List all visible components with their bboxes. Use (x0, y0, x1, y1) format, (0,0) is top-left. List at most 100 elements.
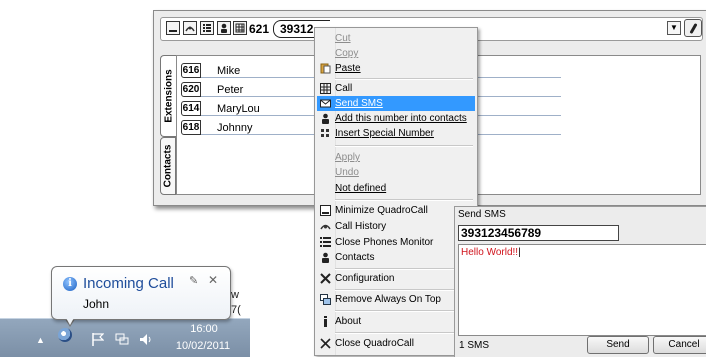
minimize-icon[interactable] (166, 21, 180, 35)
text-cursor: | (518, 247, 521, 258)
minimize-icon (320, 205, 331, 216)
dropdown-arrow-icon[interactable]: ▼ (667, 21, 681, 35)
menu-item-configuration[interactable]: Configuration (317, 271, 475, 286)
menu-item-close-phones-monitor[interactable]: Close Phones Monitor (317, 235, 475, 250)
menu-item-contacts[interactable]: Contacts (317, 250, 475, 265)
current-extension: 621 (249, 22, 270, 36)
sms-window-title: Send SMS (458, 209, 506, 220)
menu-item-not-defined[interactable]: Not defined (317, 181, 475, 196)
menu-item-remove-always-on-top[interactable]: Remove Always On Top (317, 292, 475, 307)
tab-extensions-label: Extensions (163, 69, 174, 123)
menu-item-call[interactable]: Call (317, 81, 475, 96)
show-hidden-icons-arrow-icon[interactable]: ▲ (36, 335, 45, 345)
extension-number: 614 (181, 101, 201, 116)
tab-extensions[interactable]: Extensions (160, 55, 176, 137)
sms-count: 1 SMS (459, 340, 490, 351)
menu-item-call-history[interactable]: Call History (317, 219, 475, 234)
menu-item-label: Undo (335, 167, 359, 178)
menu-item-label: Configuration (335, 273, 395, 284)
clock-date[interactable]: 10/02/2011 (172, 340, 234, 352)
menu-item-label: Copy (335, 48, 359, 59)
menu-item-paste[interactable]: Paste (317, 61, 475, 76)
close-icon (320, 338, 331, 349)
taskbar: ▲ 16:00 10/02/2011 (0, 318, 250, 357)
paste-icon (320, 63, 331, 74)
extension-number: 620 (181, 82, 201, 97)
menu-item-label: Apply (335, 152, 361, 163)
menu-item-close-quadrocall[interactable]: Close QuadroCall (317, 336, 475, 351)
contact-person-icon (322, 113, 329, 124)
background-window-text: 7( (231, 304, 241, 316)
extension-name: Peter (217, 84, 244, 96)
phones-monitor-icon[interactable] (200, 21, 214, 35)
extension-number: 616 (181, 63, 201, 78)
menu-item-copy[interactable]: Copy (317, 46, 475, 61)
menu-item-insert-special-number[interactable]: Insert Special Number (317, 126, 475, 141)
extension-name: Mike (217, 65, 241, 77)
menu-separator (335, 332, 473, 334)
side-tabs: Extensions Contacts (160, 55, 176, 195)
menu-item-label: Call History (335, 221, 387, 232)
cancel-button[interactable]: Cancel (653, 336, 706, 354)
network-icon[interactable] (115, 333, 129, 346)
menu-item-label: Insert Special Number (335, 128, 434, 139)
menu-separator (335, 289, 473, 291)
menu-item-cut[interactable]: Cut (317, 31, 475, 46)
volume-icon[interactable] (139, 333, 153, 346)
menu-separator (335, 310, 473, 312)
menu-separator (335, 78, 473, 80)
menu-item-label: Close Phones Monitor (335, 237, 434, 248)
notification-title: Incoming Call (83, 275, 174, 292)
extension-number: 618 (181, 120, 201, 135)
menu-separator (335, 268, 473, 270)
extension-name: MaryLou (217, 103, 260, 115)
keypad-icon (320, 83, 331, 94)
menu-item-label: Not defined (335, 183, 387, 194)
sms-message-textarea[interactable]: Hello World!!| (458, 244, 706, 336)
contacts-icon[interactable] (217, 21, 231, 35)
tab-contacts-label: Contacts (162, 144, 174, 188)
tools-icon (320, 273, 331, 284)
contacts-icon (322, 252, 329, 263)
menu-item-label: Minimize QuadroCall (335, 205, 428, 216)
sms-message-text: Hello World!! (461, 247, 519, 258)
info-icon: i (63, 277, 77, 291)
incoming-call-notification[interactable]: i Incoming Call John ✎ ✕ (51, 266, 231, 320)
notification-caller: John (83, 297, 110, 311)
envelope-icon (320, 99, 331, 108)
menu-item-label: Close QuadroCall (335, 338, 414, 349)
menu-item-label: Add this number into contacts (335, 113, 467, 124)
menu-item-add-contact[interactable]: Add this number into contacts (317, 111, 475, 126)
call-history-icon (320, 224, 331, 230)
menu-separator (335, 145, 473, 147)
menu-item-send-sms[interactable]: Send SMS (317, 96, 475, 111)
menu-item-label: Contacts (335, 252, 375, 263)
quadrocall-tray-icon[interactable] (58, 328, 72, 342)
windows-icon (320, 294, 331, 305)
background-window-text: w (231, 289, 239, 301)
menu-item-label: Paste (335, 63, 361, 74)
extension-name: Johnny (217, 122, 253, 134)
menu-item-label: Cut (335, 33, 351, 44)
menu-item-label: About (335, 316, 362, 327)
phones-monitor-icon (320, 237, 331, 247)
send-sms-window: Send SMS 393123456789 Hello World!!| 1 S… (454, 206, 706, 357)
menu-item-label: Call (335, 83, 353, 94)
send-button[interactable]: Send (587, 336, 649, 354)
tab-contacts[interactable]: Contacts (160, 137, 176, 195)
close-icon[interactable]: ✕ (208, 273, 218, 287)
menu-item-undo[interactable]: Undo (317, 165, 475, 180)
keypad-icon[interactable] (233, 21, 247, 35)
action-center-flag-icon[interactable] (92, 333, 104, 346)
sms-recipient-field[interactable]: 393123456789 (458, 225, 619, 241)
pin-icon[interactable]: ✎ (189, 274, 198, 287)
menu-item-label: Send SMS (335, 98, 383, 109)
info-icon (324, 316, 327, 327)
menu-item-about[interactable]: About (317, 314, 475, 329)
menu-item-minimize[interactable]: Minimize QuadroCall (317, 203, 475, 218)
phone-handset-icon[interactable] (684, 19, 702, 37)
menu-item-apply[interactable]: Apply (317, 150, 475, 165)
balloon-tail-inner (65, 316, 75, 325)
call-history-icon[interactable] (183, 21, 197, 35)
clock-time[interactable]: 16:00 (178, 323, 230, 335)
